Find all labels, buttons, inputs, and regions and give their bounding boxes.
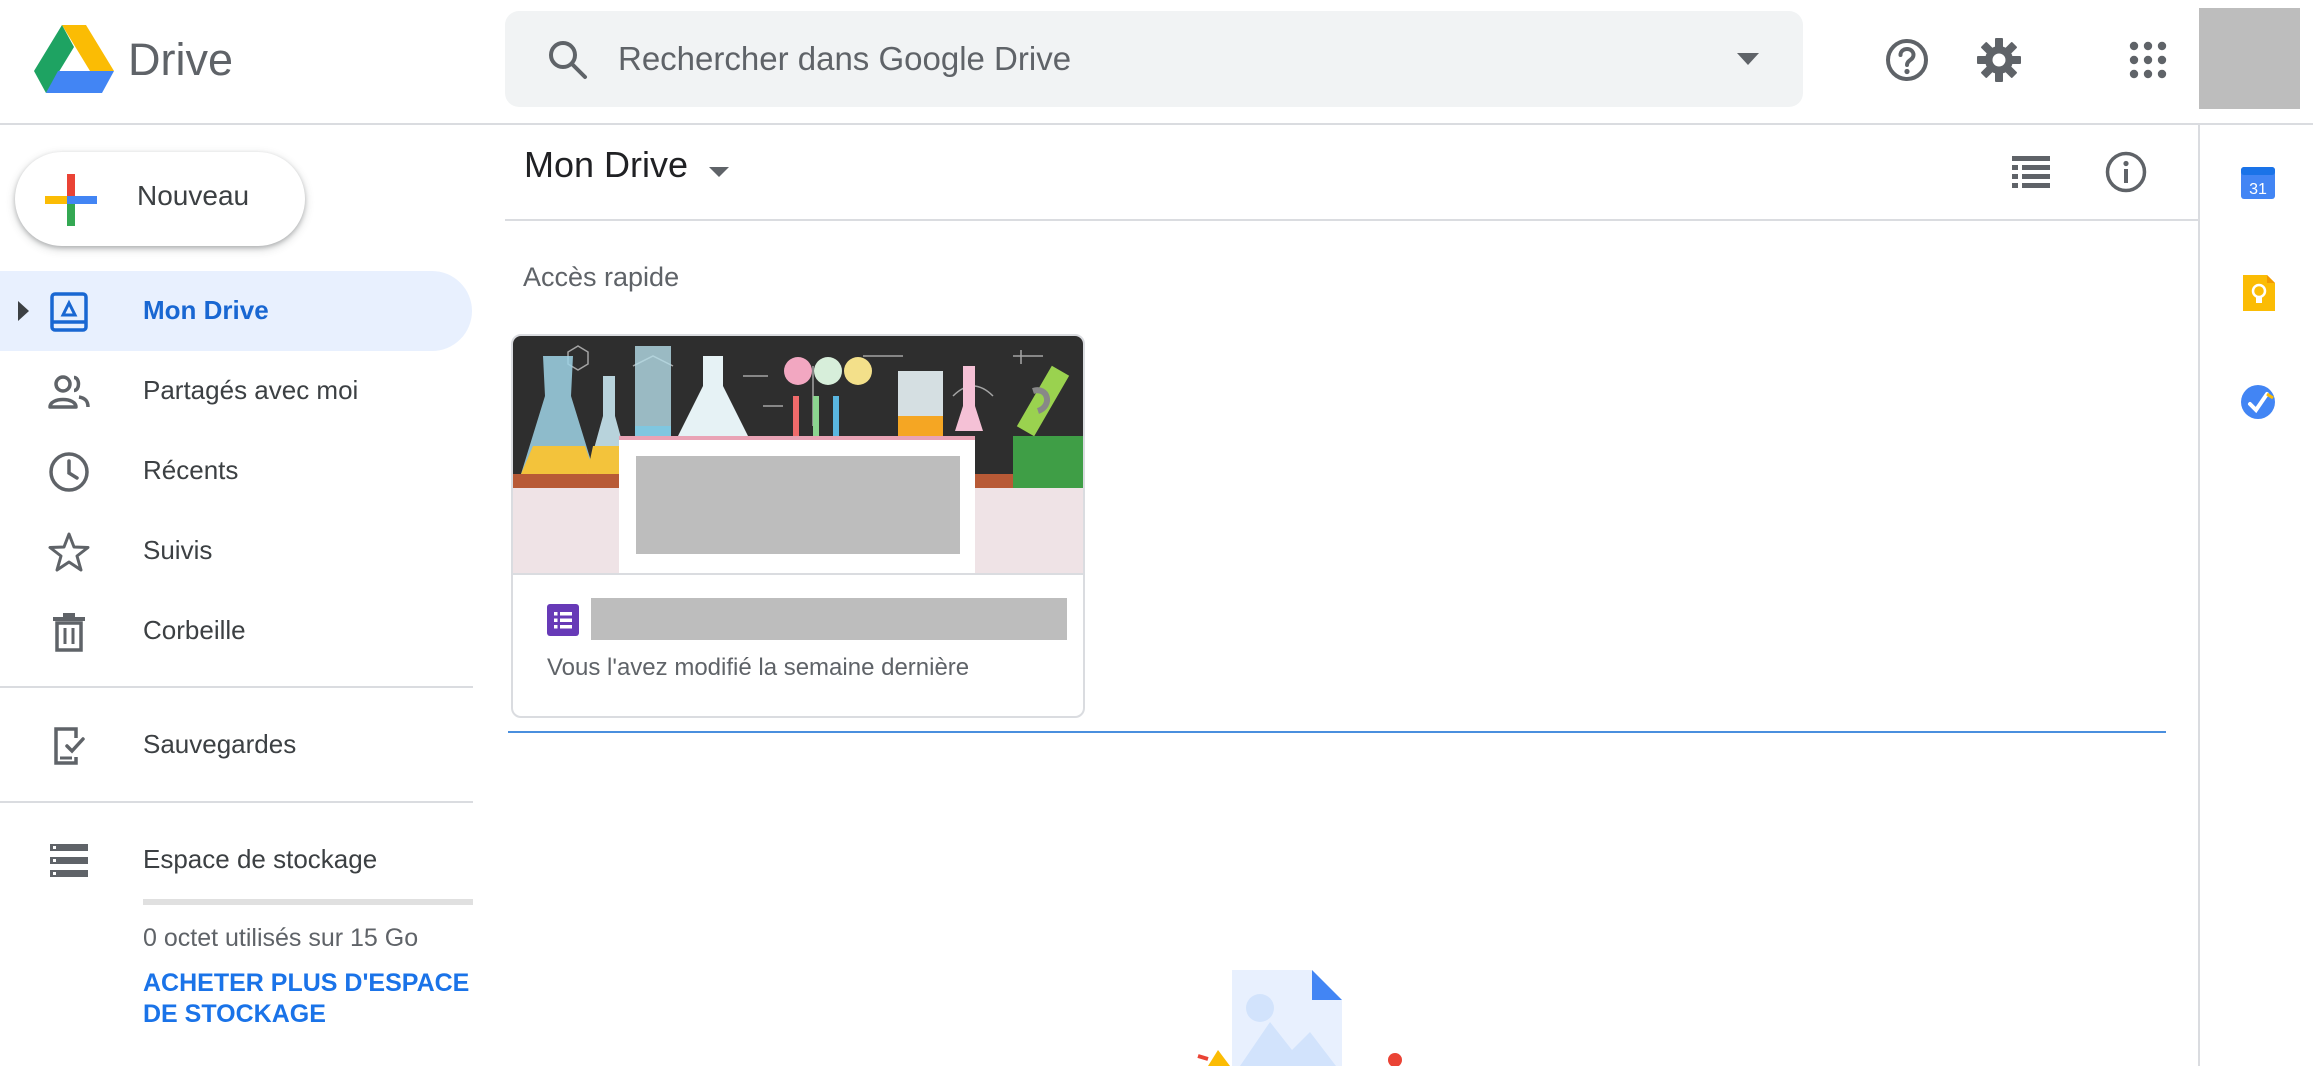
info-icon[interactable]: [2104, 150, 2148, 194]
sidebar-item-recent[interactable]: Récents: [0, 431, 472, 511]
google-forms-icon: [547, 604, 579, 636]
trash-icon: [53, 613, 85, 652]
sidebar-item-label: Mon Drive: [143, 295, 269, 325]
card-divider: [513, 573, 1083, 575]
google-keep-icon[interactable]: [2240, 275, 2276, 311]
new-button[interactable]: Nouveau: [15, 152, 305, 246]
chevron-down-icon[interactable]: [709, 167, 729, 177]
help-icon[interactable]: [1883, 36, 1931, 84]
sidebar-item-label: Suivis: [143, 535, 213, 565]
sidebar-item-backups[interactable]: Sauvegardes: [0, 705, 472, 785]
clock-icon: [49, 452, 89, 492]
card-modified-text: Vous l'avez modifié la semaine dernière: [547, 654, 970, 681]
account-avatar[interactable]: [2199, 8, 2300, 109]
google-drive-logo[interactable]: [34, 25, 114, 93]
search-bar[interactable]: [505, 11, 1803, 107]
sidebar-item-label: Partagés avec moi: [143, 375, 359, 405]
sidebar-item-my-drive[interactable]: Mon Drive: [0, 271, 472, 351]
sidebar-item-storage[interactable]: Espace de stockage: [0, 820, 472, 900]
my-drive-icon: [50, 292, 88, 332]
expand-arrow-icon[interactable]: [18, 301, 29, 321]
quick-access-card[interactable]: Vous l'avez modifié la semaine dernière: [511, 334, 1085, 718]
side-panel: 31: [2198, 125, 2313, 1066]
sidebar-item-label: Récents: [143, 455, 239, 485]
sidebar-item-label: Espace de stockage: [143, 844, 378, 874]
new-button-label: Nouveau: [137, 180, 250, 211]
google-calendar-icon[interactable]: 31: [2240, 165, 2276, 201]
storage-icon: [50, 844, 88, 877]
sidebar-divider: [0, 686, 473, 688]
buy-storage-link[interactable]: ACHETER PLUS D'ESPACE DE STOCKAGE: [143, 968, 473, 1030]
search-icon[interactable]: [545, 37, 589, 81]
plus-icon: [45, 174, 97, 226]
empty-folder-illustration: [1197, 970, 1402, 1066]
search-options-dropdown-icon[interactable]: [1733, 49, 1763, 69]
people-icon: [48, 375, 90, 409]
top-header: Drive: [0, 0, 2313, 125]
list-view-icon[interactable]: [2012, 156, 2050, 188]
settings-gear-icon[interactable]: [1975, 36, 2023, 84]
storage-usage-bar: [143, 899, 473, 905]
storage-used-text: 0 octet utilisés sur 15 Go: [143, 924, 419, 952]
sidebar-divider: [0, 801, 473, 803]
backup-device-icon: [54, 727, 85, 765]
drop-zone-indicator: [508, 731, 2166, 733]
main-header-divider: [505, 219, 2200, 221]
google-tasks-icon[interactable]: [2240, 384, 2276, 420]
sidebar-item-starred[interactable]: Suivis: [0, 511, 472, 591]
quick-access-heading: Accès rapide: [523, 262, 680, 292]
sidebar-item-label: Corbeille: [143, 615, 246, 645]
sidebar-item-label: Sauvegardes: [143, 729, 297, 759]
sidebar-item-trash[interactable]: Corbeille: [0, 591, 472, 671]
page-title[interactable]: Mon Drive: [524, 144, 688, 186]
search-input[interactable]: [618, 11, 1618, 107]
calendar-day-text: 31: [2249, 181, 2267, 198]
app-title[interactable]: Drive: [128, 30, 233, 90]
sidebar-item-shared[interactable]: Partagés avec moi: [0, 351, 472, 431]
file-thumbnail: [513, 336, 1083, 574]
file-name-redacted: [591, 598, 1067, 640]
apps-grid-icon[interactable]: [2124, 36, 2172, 84]
star-icon: [48, 532, 90, 572]
